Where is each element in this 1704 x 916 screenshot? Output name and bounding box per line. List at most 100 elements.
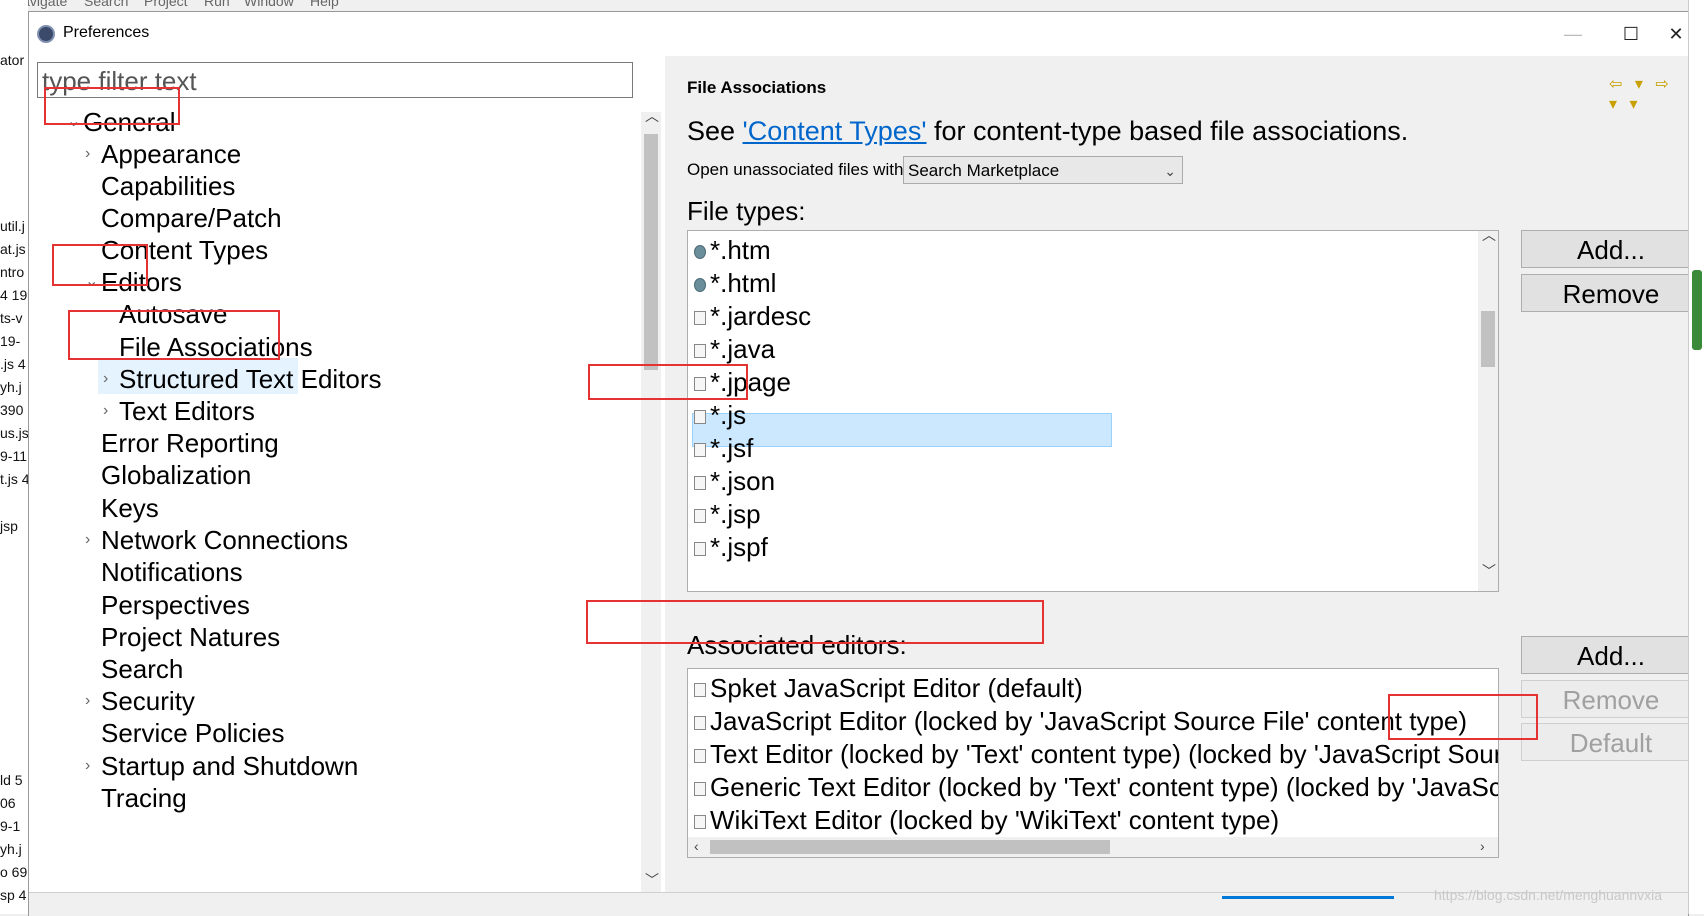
editor-item[interactable]: WikiText Editor (locked by 'WikiText' co… bbox=[694, 802, 1279, 838]
editor-icon bbox=[694, 815, 706, 830]
add-editor-button[interactable]: Add... bbox=[1521, 636, 1701, 674]
file-type-item[interactable]: *.jsp bbox=[694, 496, 761, 532]
tree-scrollbar[interactable]: ︿ ﹀ bbox=[641, 108, 661, 892]
bg-fragment: 9-1 bbox=[0, 818, 21, 834]
editor-item[interactable]: Text Editor (locked by 'Text' content ty… bbox=[694, 736, 1498, 772]
bg-fragment: o 69 bbox=[0, 864, 28, 880]
bg-fragment: yh.j bbox=[0, 379, 22, 395]
scroll-thumb[interactable] bbox=[644, 134, 658, 370]
file-associations-page: File Associations ⇦ ▾ ⇨ ▾ ▾ See 'Content… bbox=[673, 56, 1701, 892]
tree-item[interactable]: Project Natures bbox=[101, 620, 280, 654]
close-button[interactable]: ✕ bbox=[1665, 20, 1687, 48]
history-nav-icon[interactable]: ⇦ ▾ ⇨ ▾ ▾ bbox=[1609, 74, 1688, 114]
remove-file-type-button[interactable]: Remove bbox=[1521, 274, 1701, 312]
file-icon bbox=[694, 311, 706, 326]
editor-label: Generic Text Editor (locked by 'Text' co… bbox=[710, 772, 1499, 802]
file-type-selection-highlight bbox=[692, 413, 1112, 447]
file-icon bbox=[694, 410, 706, 425]
annotation-box-spket bbox=[586, 600, 1044, 644]
tree-item[interactable]: Startup and Shutdown bbox=[101, 749, 358, 783]
open-unassociated-select[interactable]: Search Marketplace ⌄ bbox=[903, 156, 1183, 184]
editor-label: Spket JavaScript Editor (default) bbox=[710, 673, 1083, 703]
bg-fragment: 9-11 bbox=[0, 448, 27, 464]
file-type-label: *.jardesc bbox=[710, 301, 812, 331]
bg-fragment: 19- bbox=[0, 333, 21, 349]
editor-label: JavaScript Editor (locked by 'JavaScript… bbox=[710, 706, 1468, 736]
pane-divider[interactable] bbox=[665, 56, 673, 892]
bg-fragment: t.js 4 bbox=[0, 471, 28, 487]
file-type-item[interactable]: *.jardesc bbox=[694, 298, 811, 334]
editor-item[interactable]: JavaScript Editor (locked by 'JavaScript… bbox=[694, 703, 1467, 739]
scroll-thumb[interactable] bbox=[1481, 311, 1495, 367]
bg-fragment: at.js bbox=[0, 241, 26, 257]
tree-item[interactable]: Tracing bbox=[101, 781, 187, 815]
chevron-right-icon[interactable]: › bbox=[103, 362, 108, 396]
file-type-item[interactable]: *.java bbox=[694, 331, 775, 367]
content-types-link[interactable]: 'Content Types' bbox=[743, 116, 927, 146]
associated-editors-list[interactable]: ‹ › Spket JavaScript Editor (default) Jav… bbox=[687, 668, 1499, 858]
file-type-label: *.jspf bbox=[710, 532, 768, 562]
maximize-button[interactable]: ☐ bbox=[1607, 20, 1655, 48]
file-type-item[interactable]: *.htm bbox=[694, 232, 771, 268]
editor-icon bbox=[694, 749, 706, 764]
tree-item[interactable]: Text Editors bbox=[119, 394, 255, 428]
default-editor-button[interactable]: Default bbox=[1521, 723, 1701, 761]
editor-item[interactable]: Spket JavaScript Editor (default) bbox=[694, 670, 1083, 706]
tree-item[interactable]: Search bbox=[101, 652, 183, 686]
html-file-icon bbox=[694, 278, 706, 293]
bg-menu-item: Run bbox=[204, 0, 230, 9]
scroll-down-icon[interactable]: ﹀ bbox=[645, 870, 659, 890]
tree-item[interactable]: Structured Text Editors bbox=[119, 362, 382, 396]
bg-fragment: ator bbox=[0, 52, 25, 68]
scroll-left-icon[interactable]: ‹ bbox=[694, 838, 699, 854]
scroll-up-icon[interactable]: ︿ bbox=[1482, 231, 1496, 245]
scroll-down-icon[interactable]: ﹀ bbox=[1482, 561, 1496, 581]
tree-item[interactable]: Network Connections bbox=[101, 523, 348, 557]
bg-fragment: jsp bbox=[0, 518, 18, 534]
tree-item[interactable]: Notifications bbox=[101, 555, 243, 589]
apply-and-close-button[interactable] bbox=[1222, 896, 1394, 911]
tree-item[interactable]: Security bbox=[101, 684, 195, 718]
file-type-label: *.jsp bbox=[710, 499, 761, 529]
chevron-right-icon[interactable]: › bbox=[85, 684, 90, 718]
chevron-right-icon[interactable]: › bbox=[85, 137, 90, 171]
preferences-dialog: Preferences — ☐ ✕ type filter text ⌄ Gene… bbox=[28, 11, 1701, 916]
editor-icon bbox=[694, 782, 706, 797]
file-type-item[interactable]: *.json bbox=[694, 463, 775, 499]
bg-fragment: us.js bbox=[0, 425, 28, 441]
scroll-thumb[interactable] bbox=[710, 840, 1110, 854]
minimize-button[interactable]: — bbox=[1549, 20, 1597, 48]
scroll-right-icon[interactable]: › bbox=[1480, 838, 1485, 854]
file-types-list[interactable]: ︿ ﹀ *.htm *.html *.jardesc *.java *.jpage *.j… bbox=[687, 230, 1499, 592]
html-file-icon bbox=[694, 245, 706, 260]
remove-editor-button[interactable]: Remove bbox=[1521, 680, 1701, 718]
chevron-right-icon[interactable]: › bbox=[103, 394, 108, 428]
tree-item[interactable]: Keys bbox=[101, 491, 159, 525]
file-icon bbox=[694, 509, 706, 524]
window-title: Preferences bbox=[63, 24, 150, 41]
tree-item[interactable]: Globalization bbox=[101, 458, 251, 492]
editor-icon bbox=[694, 683, 706, 698]
bg-fragment: util.j bbox=[0, 218, 25, 234]
tree-item[interactable]: Perspectives bbox=[101, 588, 250, 622]
editor-item[interactable]: Generic Text Editor (locked by 'Text' co… bbox=[694, 769, 1499, 805]
file-type-label: *.js bbox=[710, 400, 747, 430]
chevron-right-icon[interactable]: › bbox=[85, 523, 90, 557]
file-type-item[interactable]: *.js bbox=[694, 397, 746, 433]
file-type-item[interactable]: *.html bbox=[694, 265, 776, 301]
file-type-label: *.html bbox=[710, 268, 777, 298]
file-type-item[interactable]: *.jspf bbox=[694, 529, 768, 565]
tree-item[interactable]: Appearance bbox=[101, 137, 241, 171]
tree-item[interactable]: Error Reporting bbox=[101, 426, 279, 460]
editors-hscrollbar[interactable]: ‹ › bbox=[688, 837, 1498, 857]
title-bar[interactable]: Preferences — ☐ ✕ bbox=[29, 12, 1688, 56]
tree-item[interactable]: Compare/Patch bbox=[101, 201, 282, 235]
scroll-up-icon[interactable]: ︿ bbox=[645, 106, 659, 126]
file-types-scrollbar[interactable]: ︿ ﹀ bbox=[1478, 231, 1498, 591]
tree-item[interactable]: Capabilities bbox=[101, 169, 235, 203]
file-type-item[interactable]: *.jsf bbox=[694, 430, 753, 466]
add-file-type-button[interactable]: Add... bbox=[1521, 230, 1701, 268]
chevron-right-icon[interactable]: › bbox=[85, 749, 90, 783]
tree-item[interactable]: Service Policies bbox=[101, 716, 285, 750]
scroll-thumb bbox=[1692, 270, 1702, 350]
